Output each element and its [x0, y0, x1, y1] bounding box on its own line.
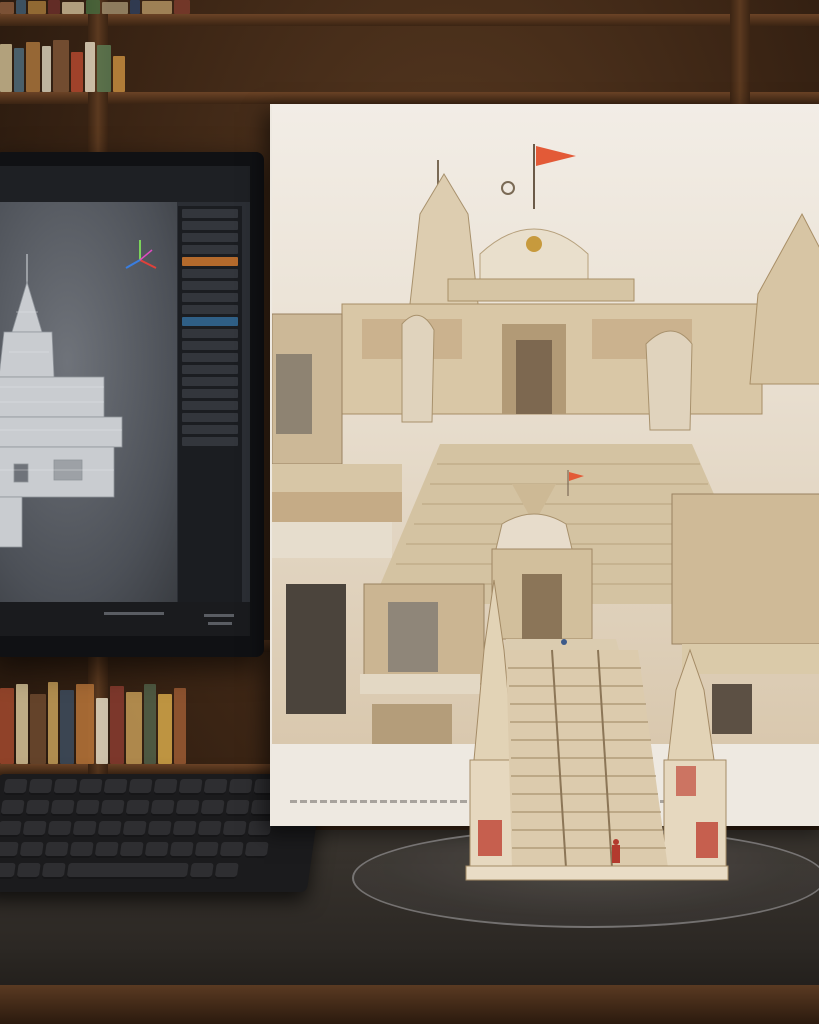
photo-scene [0, 0, 819, 1024]
temple-staircase-model [465, 579, 729, 881]
